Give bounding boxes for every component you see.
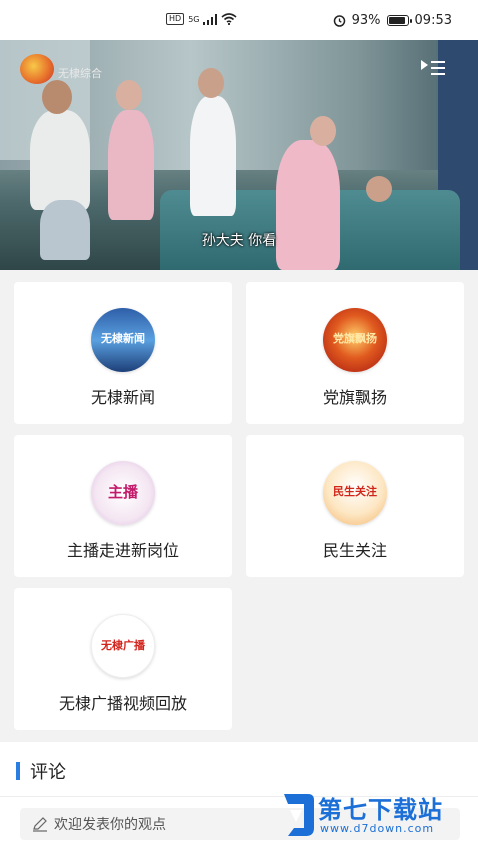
program-card-party-flag[interactable]: 党旗飘扬 党旗飘扬	[246, 282, 464, 424]
video-figure-nurse	[276, 140, 340, 270]
party-flag-thumb: 党旗飘扬	[323, 308, 387, 372]
video-figure-nurse	[108, 110, 154, 220]
watermark-logo-icon	[284, 794, 314, 836]
battery-fill	[388, 16, 406, 24]
video-player[interactable]: 无棣综合 孙大夫 你看	[0, 40, 478, 270]
news-thumb: 无棣新闻	[91, 308, 155, 372]
program-label: 无棣新闻	[90, 388, 155, 407]
video-figure-patient	[366, 176, 392, 202]
pencil-icon	[33, 817, 47, 832]
battery-percent: 93%	[351, 12, 381, 28]
watermark-text: 第七下载站	[318, 796, 443, 824]
livelihood-thumb: 民生关注	[323, 461, 387, 525]
program-label: 党旗飘扬	[322, 388, 387, 407]
status-bar: HD 5G 93% 09:53	[0, 0, 478, 40]
clock: 09:53	[414, 12, 452, 28]
network-type: 5G	[188, 14, 200, 24]
comment-title: 评论	[30, 762, 66, 783]
program-card-radio-replay[interactable]: 无棣广播 无棣广播视频回放	[14, 588, 232, 730]
site-watermark: 第七下载站 www.d7down.com	[278, 786, 474, 844]
network-indicators: HD 5G	[166, 13, 238, 25]
video-figure-head	[42, 80, 72, 114]
program-label: 无棣广播视频回放	[58, 694, 187, 713]
status-right: 93% 09:53	[333, 13, 452, 28]
program-card-anchor[interactable]: 主播 主播走进新岗位	[14, 435, 232, 577]
program-label: 民生关注	[322, 541, 387, 560]
program-card-livelihood[interactable]: 民生关注 民生关注	[246, 435, 464, 577]
section-accent-bar	[16, 762, 20, 780]
comment-placeholder: 欢迎发表你的观点	[54, 817, 166, 833]
hd-badge: HD	[166, 13, 185, 25]
video-figure-head	[198, 68, 224, 98]
wifi-icon	[221, 13, 238, 25]
program-card-wudi-news[interactable]: 无棣新闻 无棣新闻	[14, 282, 232, 424]
watermark-url: www.d7down.com	[320, 822, 435, 835]
playlist-icon[interactable]	[420, 58, 448, 78]
video-figure-head	[116, 80, 142, 110]
program-label: 主播走进新岗位	[66, 541, 179, 560]
battery-icon	[386, 14, 412, 26]
radio-thumb: 无棣广播	[91, 614, 155, 678]
alarm-icon	[333, 14, 345, 27]
channel-logo	[20, 54, 54, 84]
anchor-thumb: 主播	[91, 461, 155, 525]
channel-name: 无棣综合	[58, 67, 102, 80]
video-figure-head	[310, 116, 336, 146]
video-figure	[30, 110, 90, 210]
video-figure-doctor	[190, 96, 236, 216]
video-subtitle: 孙大夫 你看	[201, 233, 277, 249]
signal-icon	[203, 13, 218, 25]
